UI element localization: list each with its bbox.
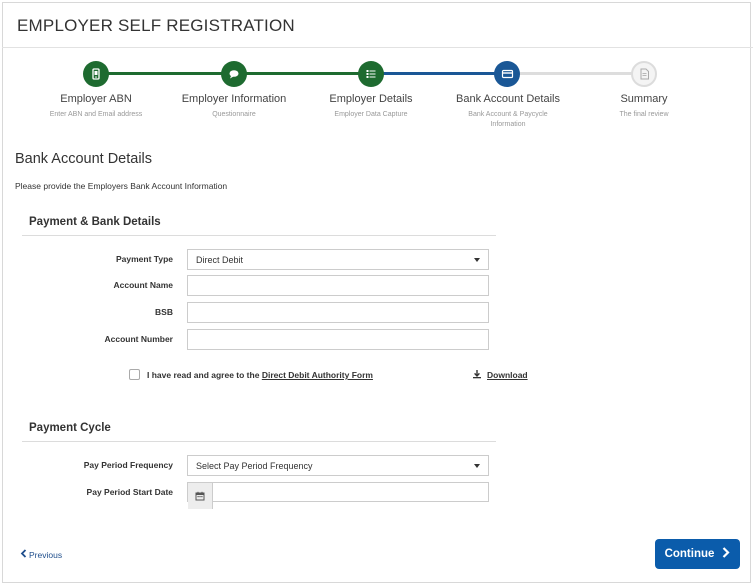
payment-bank-details-title: Payment & Bank Details (29, 216, 161, 228)
title-divider (2, 47, 753, 48)
agree-prefix: I have read and agree to the (147, 370, 260, 380)
pay-period-start-date-label: Pay Period Start Date (86, 487, 173, 497)
group-divider (22, 441, 496, 442)
payment-type-label: Payment Type (115, 254, 173, 264)
bsb-input[interactable] (187, 302, 489, 323)
direct-debit-authority-link[interactable]: Direct Debit Authority Form (262, 370, 373, 380)
section-heading: Bank Account Details (15, 151, 153, 167)
step-summary[interactable] (631, 61, 657, 87)
account-number-label: Account Number (104, 334, 173, 344)
agree-statement: I have read and agree to the Direct Debi… (147, 370, 373, 380)
bsb-label: BSB (155, 307, 173, 317)
progress-track-pending (507, 72, 644, 75)
step-sublabel: Enter ABN and Email address (49, 111, 143, 118)
account-name-input[interactable] (187, 275, 489, 296)
step-label: Summary (620, 93, 668, 105)
payment-type-select[interactable]: Direct Debit (187, 249, 489, 270)
step-sublabel: The final review (619, 111, 669, 118)
download-link[interactable]: Download (472, 369, 528, 381)
document-icon (639, 68, 650, 80)
step-sublabel: Employer Data Capture (334, 111, 408, 118)
step-label: Bank Account Details (456, 93, 560, 105)
caret-down-icon (474, 464, 480, 468)
calendar-icon[interactable] (188, 483, 213, 509)
pay-period-frequency-label: Pay Period Frequency (83, 460, 173, 470)
section-description: Please provide the Employers Bank Accoun… (15, 181, 228, 191)
list-icon (365, 68, 377, 80)
step-sublabel: Questionnaire (212, 111, 256, 118)
chevron-right-icon (722, 547, 730, 561)
group-divider (22, 235, 496, 236)
chat-bubble-icon (228, 68, 240, 80)
account-number-input[interactable] (187, 329, 489, 350)
account-name-label: Account Name (113, 280, 173, 290)
agree-checkbox[interactable] (129, 369, 140, 380)
step-employer-information[interactable] (221, 61, 247, 87)
step-bank-account-details[interactable] (494, 61, 520, 87)
step-sublabel: Bank Account & Paycycle Information (468, 111, 548, 128)
caret-down-icon (474, 258, 480, 262)
payment-cycle-title: Payment Cycle (29, 422, 111, 434)
progress-track-current (371, 72, 507, 75)
credit-card-icon (501, 68, 514, 80)
payment-type-value: Direct Debit (196, 255, 244, 265)
step-label: Employer Details (329, 93, 413, 105)
pay-period-frequency-select[interactable]: Select Pay Period Frequency (187, 455, 489, 476)
step-employer-details[interactable] (358, 61, 384, 87)
pay-period-frequency-value: Select Pay Period Frequency (196, 461, 313, 471)
page-title: EMPLOYER SELF REGISTRATION (17, 16, 295, 35)
download-label: Download (487, 370, 528, 380)
pay-period-start-date-input[interactable] (187, 482, 489, 509)
continue-button[interactable]: Continue (655, 539, 740, 569)
download-icon (472, 369, 482, 381)
step-employer-abn[interactable] (83, 61, 109, 87)
previous-label: Previous (29, 549, 63, 560)
continue-label: Continue (664, 548, 715, 560)
chevron-left-icon (20, 549, 27, 560)
step-label: Employer ABN (60, 93, 132, 105)
previous-link[interactable]: Previous (20, 549, 62, 560)
step-label: Employer Information (181, 93, 287, 105)
mobile-icon (90, 68, 102, 80)
